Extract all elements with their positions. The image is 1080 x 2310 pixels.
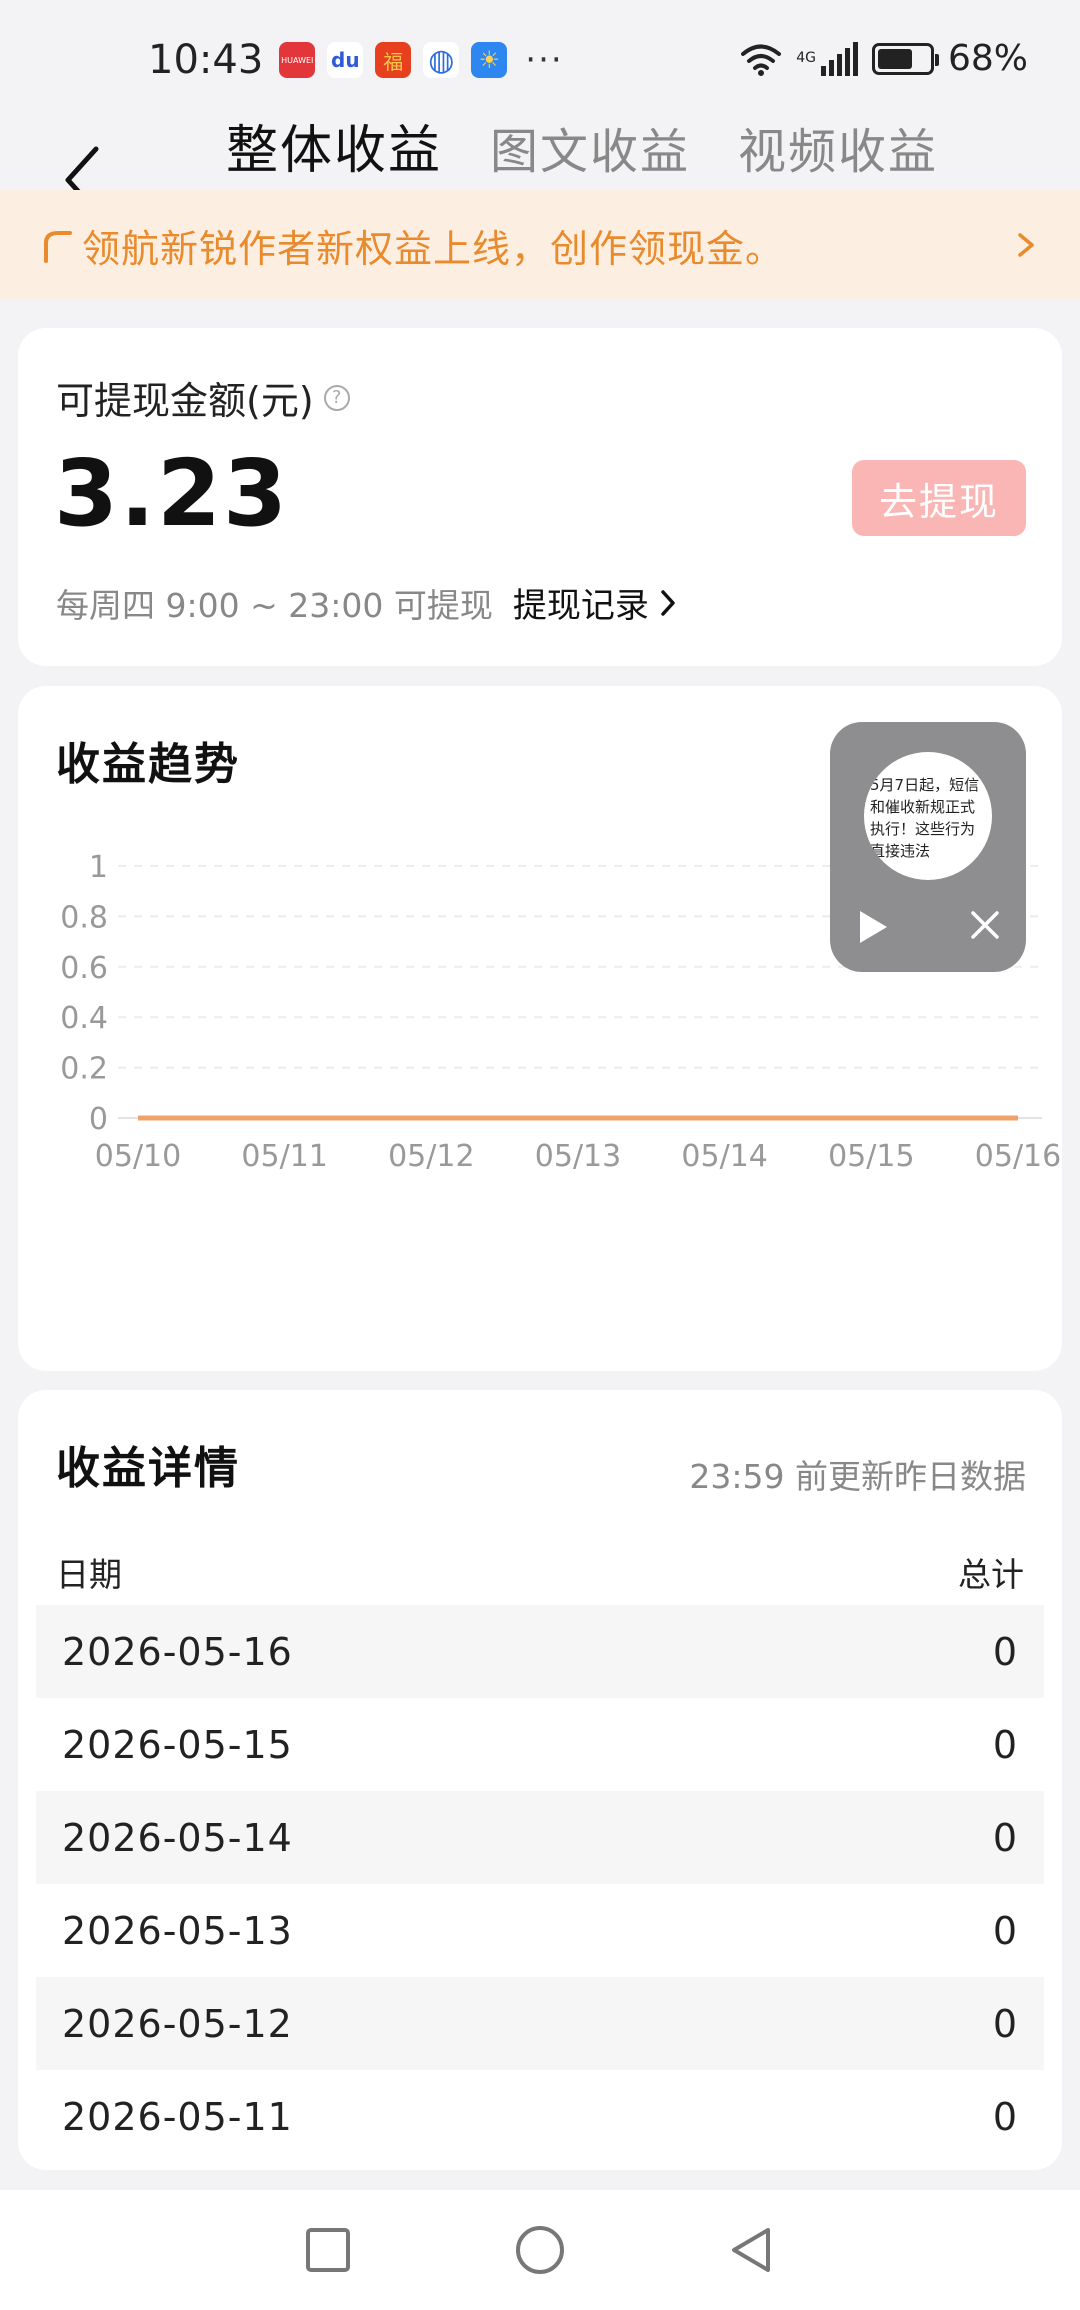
table-row[interactable]: 2026-05-14 0 bbox=[36, 1791, 1044, 1884]
row-date: 2026-05-13 bbox=[62, 1908, 293, 1953]
x-tick-label: 05/14 bbox=[681, 1139, 767, 1174]
column-header-date: 日期 bbox=[56, 1555, 122, 1594]
withdrawable-card: 可提现金额(元) ? 3.23 去提现 每周四 9:00 ~ 23:00 可提现… bbox=[18, 328, 1062, 666]
column-header-total: 总计 bbox=[958, 1555, 1024, 1594]
chevron-right-icon bbox=[661, 589, 675, 616]
help-icon[interactable]: ? bbox=[323, 384, 350, 411]
revenue-trend-card: 收益趋势 0 0.2 0.4 0.6 0.8 1 05/10 05/11 05/12 05/13 0… bbox=[18, 686, 1062, 1371]
recent-apps-button[interactable] bbox=[302, 2224, 354, 2276]
more-notifications-icon: ··· bbox=[525, 40, 564, 80]
row-date: 2026-05-12 bbox=[62, 2001, 293, 2046]
play-icon[interactable] bbox=[856, 908, 890, 946]
banner-flag-icon bbox=[44, 231, 72, 263]
tab-article-revenue[interactable]: 图文收益 bbox=[490, 112, 690, 182]
withdraw-schedule: 每周四 9:00 ~ 23:00 可提现 提现记录 bbox=[56, 578, 677, 627]
x-tick-label: 05/13 bbox=[535, 1139, 621, 1174]
battery-icon bbox=[871, 42, 939, 75]
y-tick-label: 1 bbox=[89, 850, 108, 885]
x-tick-label: 05/11 bbox=[241, 1139, 327, 1174]
system-navigation-bar bbox=[0, 2190, 1080, 2310]
y-tick-label: 0.2 bbox=[60, 1052, 108, 1087]
video-caption-line: 和催收新规正式 bbox=[870, 798, 976, 816]
table-row[interactable]: 2026-05-13 0 bbox=[36, 1884, 1044, 1977]
row-total: 0 bbox=[992, 1722, 1018, 1767]
withdrawable-amount: 3.23 bbox=[54, 440, 289, 547]
y-tick-label: 0 bbox=[89, 1102, 108, 1137]
table-header: 日期 总计 bbox=[36, 1530, 1044, 1614]
weather-icon: ☀ bbox=[471, 42, 508, 78]
promo-banner[interactable]: 领航新锐作者新权益上线，创作领现金。 bbox=[0, 190, 1080, 300]
app-root: 10:43 HUAWEI du 福 ◍ ☀ ··· 4G 68% 整体收益 图文… bbox=[0, 0, 1080, 2310]
status-time: 10:43 bbox=[148, 37, 264, 83]
y-tick-label: 0.8 bbox=[60, 900, 108, 935]
network-type: 4G bbox=[796, 49, 816, 66]
video-thumbnail[interactable]: 5月7日起，短信 和催收新规正式 执行！这些行为 直接违法 bbox=[864, 752, 992, 880]
row-total: 0 bbox=[992, 1908, 1018, 1953]
back-nav-button[interactable] bbox=[726, 2224, 778, 2276]
video-caption-line: 直接违法 bbox=[870, 842, 931, 860]
table-row[interactable]: 2026-05-16 0 bbox=[36, 1605, 1044, 1698]
status-app-icons: HUAWEI du 福 ◍ ☀ ··· bbox=[279, 40, 563, 80]
x-tick-label: 05/10 bbox=[95, 1139, 181, 1174]
globe-icon: ◍ bbox=[423, 42, 460, 78]
huawei-appgallery-icon: HUAWEI bbox=[279, 42, 316, 78]
wifi-icon bbox=[741, 44, 782, 76]
battery-percent: 68% bbox=[947, 38, 1028, 79]
cellular-signal-icon: 4G bbox=[796, 41, 858, 76]
revenue-tabs: 整体收益 图文收益 视频收益 bbox=[226, 108, 938, 183]
details-title: 收益详情 bbox=[56, 1443, 240, 1494]
row-date: 2026-05-11 bbox=[62, 2094, 293, 2139]
x-tick-label: 05/16 bbox=[975, 1139, 1061, 1174]
details-table: 2026-05-16 0 2026-05-15 0 2026-05-14 0 2… bbox=[36, 1605, 1044, 2163]
table-row[interactable]: 2026-05-15 0 bbox=[36, 1698, 1044, 1791]
close-icon[interactable] bbox=[968, 908, 1002, 942]
huawei-glyph: HUAWEI bbox=[281, 55, 314, 65]
tab-video-revenue[interactable]: 视频收益 bbox=[738, 112, 938, 182]
row-date: 2026-05-16 bbox=[62, 1629, 293, 1674]
battery-fill bbox=[877, 48, 912, 69]
row-total: 0 bbox=[992, 2094, 1018, 2139]
x-tick-label: 05/12 bbox=[388, 1139, 474, 1174]
status-right: 4G 68% bbox=[740, 38, 1028, 79]
tab-overall-revenue[interactable]: 整体收益 bbox=[226, 108, 442, 183]
row-date: 2026-05-15 bbox=[62, 1722, 293, 1767]
withdrawable-label: 可提现金额(元) ? bbox=[56, 370, 350, 425]
baidu-icon: du bbox=[327, 42, 364, 78]
video-caption-line: 5月7日起，短信 bbox=[870, 776, 980, 794]
row-total: 0 bbox=[992, 1815, 1018, 1860]
video-caption-line: 执行！这些行为 bbox=[870, 820, 976, 838]
withdraw-record-link[interactable]: 提现记录 bbox=[513, 578, 677, 627]
y-tick-label: 0.6 bbox=[60, 951, 108, 986]
revenue-details-card: 收益详情 23:59 前更新昨日数据 日期 总计 2026-05-16 0 20… bbox=[18, 1390, 1062, 2170]
details-update-note: 23:59 前更新昨日数据 bbox=[689, 1457, 1026, 1496]
home-button[interactable] bbox=[514, 2224, 566, 2276]
table-row[interactable]: 2026-05-12 0 bbox=[36, 1977, 1044, 2070]
status-bar: 10:43 HUAWEI du 福 ◍ ☀ ··· 4G 68% bbox=[0, 0, 1080, 120]
withdrawable-label-text: 可提现金额(元) bbox=[56, 379, 314, 423]
floating-video-player[interactable]: 5月7日起，短信 和催收新规正式 执行！这些行为 直接违法 bbox=[830, 722, 1026, 972]
banner-text: 领航新锐作者新权益上线，创作领现金。 bbox=[82, 226, 785, 271]
chevron-right-icon bbox=[1018, 233, 1034, 257]
trend-title: 收益趋势 bbox=[56, 739, 240, 790]
red-packet-icon: 福 bbox=[375, 42, 412, 78]
row-date: 2026-05-14 bbox=[62, 1815, 293, 1860]
withdraw-schedule-text: 每周四 9:00 ~ 23:00 可提现 bbox=[56, 585, 493, 625]
row-total: 0 bbox=[992, 2001, 1018, 2046]
withdraw-record-label: 提现记录 bbox=[512, 586, 649, 626]
row-total: 0 bbox=[992, 1629, 1018, 1674]
y-tick-label: 0.4 bbox=[60, 1001, 108, 1036]
table-row[interactable]: 2026-05-11 0 bbox=[36, 2070, 1044, 2163]
x-tick-label: 05/15 bbox=[828, 1139, 914, 1174]
withdraw-button[interactable]: 去提现 bbox=[852, 460, 1026, 536]
